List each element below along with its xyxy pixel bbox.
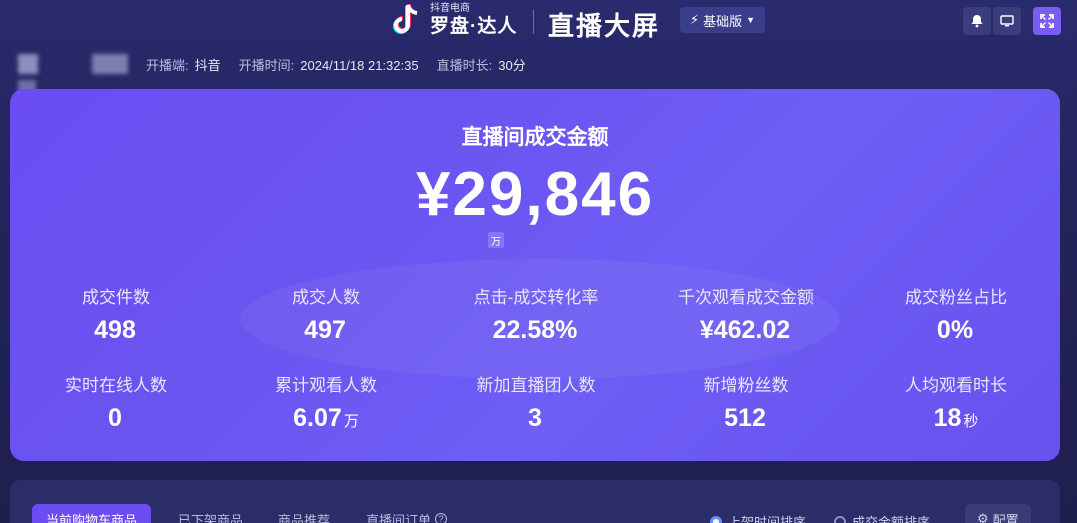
header-divider xyxy=(533,10,534,34)
metric-label: 成交人数 xyxy=(292,288,360,307)
brand-logo: 抖音电商 罗盘·达人 xyxy=(390,2,517,38)
metric-value: 6.07 万 xyxy=(293,404,359,432)
metric-value: 497 xyxy=(304,316,346,344)
help-icon[interactable]: ? xyxy=(435,513,448,523)
metric-gpm: 千次观看成交金额 ¥462.02 xyxy=(641,283,851,345)
tab-removed-products[interactable]: 已下架商品 xyxy=(178,504,243,523)
start-time-value: 2024/11/18 21:32:35 xyxy=(300,57,419,73)
douyin-logo-icon xyxy=(390,2,424,38)
metric-label: 人均观看时长 xyxy=(905,376,1007,395)
metric-conversion-rate: 点击-成交转化率 22.58% xyxy=(431,283,641,345)
platform-info: 开播端: 抖音 xyxy=(146,55,221,74)
metric-label: 点击-成交转化率 xyxy=(473,288,599,307)
metric-value: 0 xyxy=(108,404,122,432)
sort-by-gmv[interactable]: 成交金额排序 xyxy=(834,512,930,523)
sort-by-listing-time[interactable]: 上架时间排序 xyxy=(710,512,806,523)
start-time-label: 开播时间: xyxy=(238,57,295,73)
duration-label: 直播时长: xyxy=(436,57,493,73)
metric-label: 实时在线人数 xyxy=(65,376,167,395)
display-button[interactable] xyxy=(993,7,1021,35)
notification-button[interactable] xyxy=(963,7,991,35)
metric-avg-watch-time: 人均观看时长 18 秒 xyxy=(851,371,1060,433)
brand-name: 罗盘·达人 xyxy=(430,16,518,37)
metric-label: 成交粉丝占比 xyxy=(905,288,1007,307)
platform-label: 开播端: xyxy=(146,57,189,73)
metric-new-followers: 新增粉丝数 512 xyxy=(641,371,851,433)
edition-dropdown[interactable]: ⚡ 基础版 ▼ xyxy=(680,7,766,33)
metric-value: 512 xyxy=(724,404,766,432)
page-title: 直播大屏 xyxy=(548,11,661,41)
metric-label: 千次观看成交金额 xyxy=(678,288,814,307)
tab-product-recommend[interactable]: 商品推荐 xyxy=(278,504,330,523)
duration-value: 30分 xyxy=(498,57,526,73)
avatar xyxy=(18,54,38,74)
metric-value: 3 xyxy=(528,404,542,432)
brand-small-text: 抖音电商 xyxy=(430,3,470,14)
start-time-info: 开播时间: 2024/11/18 21:32:35 xyxy=(239,55,419,74)
monitor-icon xyxy=(1000,15,1014,27)
product-panel: 当前购物车商品 已下架商品 商品推荐 直播间订单 ? 上架时间排序 成交金额排序… xyxy=(10,480,1060,523)
edition-label: 基础版 xyxy=(703,13,743,29)
metric-items-sold: 成交件数 498 xyxy=(11,283,221,345)
metric-fan-ratio: 成交粉丝占比 0% xyxy=(851,283,1060,345)
gear-icon: ⚙ xyxy=(977,511,989,523)
bell-icon xyxy=(971,15,983,28)
live-info-row: 开播端: 抖音 开播时间: 2024/11/18 21:32:35 直播时长: 30分 xyxy=(18,52,526,76)
gmv-title: 直播间成交金额 xyxy=(461,126,609,149)
top-bar: 抖音电商 罗盘·达人 直播大屏 ⚡ 基础版 ▼ xyxy=(0,0,1077,44)
caret-down-icon: ▼ xyxy=(746,15,756,25)
metric-value: 22.58% xyxy=(492,316,578,344)
duration-info: 直播时长: 30分 xyxy=(437,55,526,74)
metric-online-now: 实时在线人数 0 xyxy=(11,371,221,433)
expand-icon xyxy=(1040,14,1054,28)
lightning-icon: ⚡ xyxy=(690,12,700,27)
config-button[interactable]: ⚙ 配置 xyxy=(965,504,1031,523)
fullscreen-button[interactable] xyxy=(1033,7,1061,35)
gmv-unit: 万 xyxy=(488,232,504,248)
metric-label: 累计观看人数 xyxy=(275,376,377,395)
tab-current-cart[interactable]: 当前购物车商品 xyxy=(32,504,152,523)
streamer-name-blurred xyxy=(92,54,128,74)
metric-label: 新增粉丝数 xyxy=(703,376,789,395)
metric-value: 498 xyxy=(94,316,136,344)
metric-value: 18 秒 xyxy=(933,404,979,432)
radio-selected-icon xyxy=(710,515,722,523)
metric-value: 0% xyxy=(936,316,974,344)
metric-label: 新加直播团人数 xyxy=(476,376,596,395)
metric-label: 成交件数 xyxy=(82,288,150,307)
metric-buyers: 成交人数 497 xyxy=(221,283,431,345)
platform-value: 抖音 xyxy=(194,57,221,73)
metric-total-viewers: 累计观看人数 6.07 万 xyxy=(221,371,431,433)
tab-live-orders[interactable]: 直播间订单 ? xyxy=(366,504,448,523)
gmv-value: ¥29,846 xyxy=(415,160,655,229)
radio-unselected-icon xyxy=(834,515,846,523)
metric-value: ¥462.02 xyxy=(699,316,791,344)
gmv-card: 直播间成交金额 ¥29,846 万 成交件数 498 成交人数 497 点击-成… xyxy=(10,89,1060,461)
metric-new-fan-club: 新加直播团人数 3 xyxy=(431,371,641,433)
